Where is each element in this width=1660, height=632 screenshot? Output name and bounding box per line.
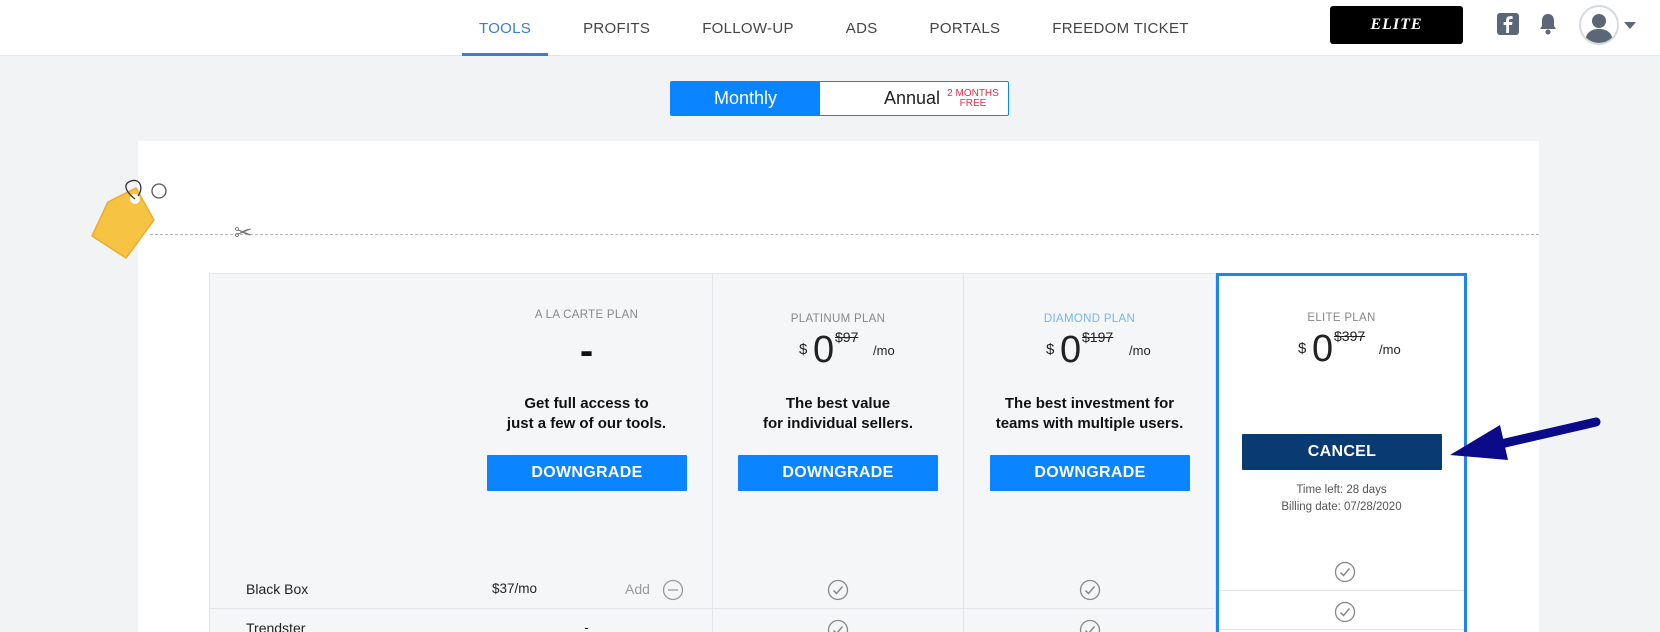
notification-bell-icon[interactable] (1537, 12, 1559, 36)
annotation-arrow-icon (1450, 417, 1601, 460)
black-box-add-label[interactable]: Add (625, 581, 650, 597)
nav-tab-ads[interactable]: ADS (829, 0, 895, 56)
downgrade-platinum-button[interactable]: DOWNGRADE (738, 455, 938, 491)
currency-symbol: $ (1298, 340, 1307, 357)
price-period: /mo (1379, 342, 1401, 357)
feature-label-trendster: Trendster (246, 620, 306, 632)
plan-column-platinum: PLATINUM PLAN $ 0 $97 /mo The best value… (713, 273, 964, 632)
nav-tab-follow-up[interactable]: FOLLOW-UP (685, 0, 811, 56)
price-amount: 0 (1312, 328, 1334, 370)
price-period: /mo (873, 343, 895, 358)
elite-badge-button[interactable]: ELITE (1330, 6, 1463, 44)
nav-tab-freedom-ticket[interactable]: FREEDOM TICKET (1035, 0, 1205, 56)
plan-name: ELITE PLAN (1307, 312, 1376, 324)
check-circle-icon (1334, 561, 1356, 583)
row-divider (1219, 629, 1464, 630)
plan-price: $ 0 $97 /mo (713, 329, 963, 373)
check-circle-icon (1334, 601, 1356, 623)
plan-description-line-1: The best value (785, 395, 891, 412)
billing-period-toggle: Monthly Annual 2 MONTHS FREE (670, 81, 1009, 116)
price-tag-icon (86, 178, 186, 268)
feature-label-black-box: Black Box (246, 581, 309, 597)
check-circle-icon (827, 579, 849, 601)
plan-price: - (579, 329, 594, 373)
price-amount: 0 (813, 329, 835, 371)
annual-option[interactable]: Annual 2 MONTHS FREE (820, 82, 1008, 115)
plan-description-line-2: for individual sellers. (762, 415, 914, 432)
plan-name: DIAMOND PLAN (1043, 313, 1136, 325)
row-divider (1219, 590, 1464, 591)
plan-column-elite: ELITE PLAN $ 0 $397 /mo CANCEL Time left… (1216, 273, 1467, 632)
check-circle-icon (827, 619, 849, 632)
user-avatar-icon[interactable] (1579, 5, 1619, 45)
top-navigation-bar: TOOLS PROFITS FOLLOW-UP ADS PORTALS FREE… (0, 0, 1660, 56)
check-circle-icon (1079, 579, 1101, 601)
subscription-info: Time left: 28 days Billing date: 07/28/2… (1219, 482, 1464, 516)
downgrade-a-la-carte-button[interactable]: DOWNGRADE (487, 455, 687, 491)
row-divider (964, 608, 1216, 609)
original-price: $97 (835, 329, 859, 345)
original-price: $397 (1334, 328, 1366, 344)
currency-symbol: $ (1046, 341, 1055, 358)
row-divider (210, 608, 463, 609)
facebook-icon[interactable] (1497, 13, 1519, 35)
price-period: /mo (1129, 343, 1151, 358)
promo-line-2: FREE (959, 97, 987, 109)
chevron-down-icon[interactable] (1624, 22, 1636, 29)
main-nav: TOOLS PROFITS FOLLOW-UP ADS PORTALS FREE… (462, 0, 1224, 56)
nav-tab-portals[interactable]: PORTALS (913, 0, 1018, 56)
plan-description-line-1: The best investment for (1004, 395, 1175, 412)
plan-column-diamond: DIAMOND PLAN $ 0 $197 /mo The best inves… (964, 273, 1216, 632)
trendster-value: - (584, 620, 589, 632)
row-divider (713, 608, 964, 609)
black-box-price: $37/mo (492, 581, 538, 596)
time-left: Time left: 28 days (1296, 484, 1387, 496)
monthly-option[interactable]: Monthly (671, 82, 820, 115)
plan-description: Get full access to just a few of our too… (461, 394, 712, 434)
annual-promo-badge: 2 MONTHS FREE (944, 88, 1002, 109)
plan-name: A LA CARTE PLAN (534, 309, 639, 321)
plan-column-a-la-carte: A LA CARTE PLAN - Get full access to jus… (461, 273, 713, 632)
plan-description-line-2: teams with multiple users. (995, 415, 1184, 432)
nav-tab-profits[interactable]: PROFITS (566, 0, 667, 56)
plan-description: The best investment for teams with multi… (964, 394, 1215, 434)
currency-symbol: $ (799, 341, 808, 358)
plan-description-line-1: Get full access to (524, 395, 649, 412)
feature-label-column: Black Box Trendster (209, 273, 463, 632)
scissors-icon: ✂ (234, 220, 253, 245)
plan-price: $ 0 $397 /mo (1219, 328, 1464, 372)
plan-name: PLATINUM PLAN (790, 313, 886, 325)
billing-date: Billing date: 07/28/2020 (1281, 501, 1402, 513)
price-amount: 0 (1060, 329, 1082, 371)
cancel-subscription-button[interactable]: CANCEL (1242, 434, 1442, 470)
plan-description: The best value for individual sellers. (713, 394, 963, 434)
dashed-cut-line (150, 234, 1539, 235)
downgrade-diamond-button[interactable]: DOWNGRADE (990, 455, 1190, 491)
original-price: $197 (1082, 329, 1114, 345)
row-divider (461, 608, 713, 609)
plan-description-line-2: just a few of our tools. (506, 415, 667, 432)
nav-tab-tools[interactable]: TOOLS (462, 0, 549, 56)
annual-label: Annual (883, 88, 940, 108)
pricing-table: Black Box Trendster A LA CARTE PLAN - Ge… (209, 273, 1467, 632)
plan-price: $ 0 $197 /mo (964, 329, 1215, 373)
check-circle-icon (1079, 619, 1101, 632)
add-minus-icon[interactable] (662, 579, 684, 601)
